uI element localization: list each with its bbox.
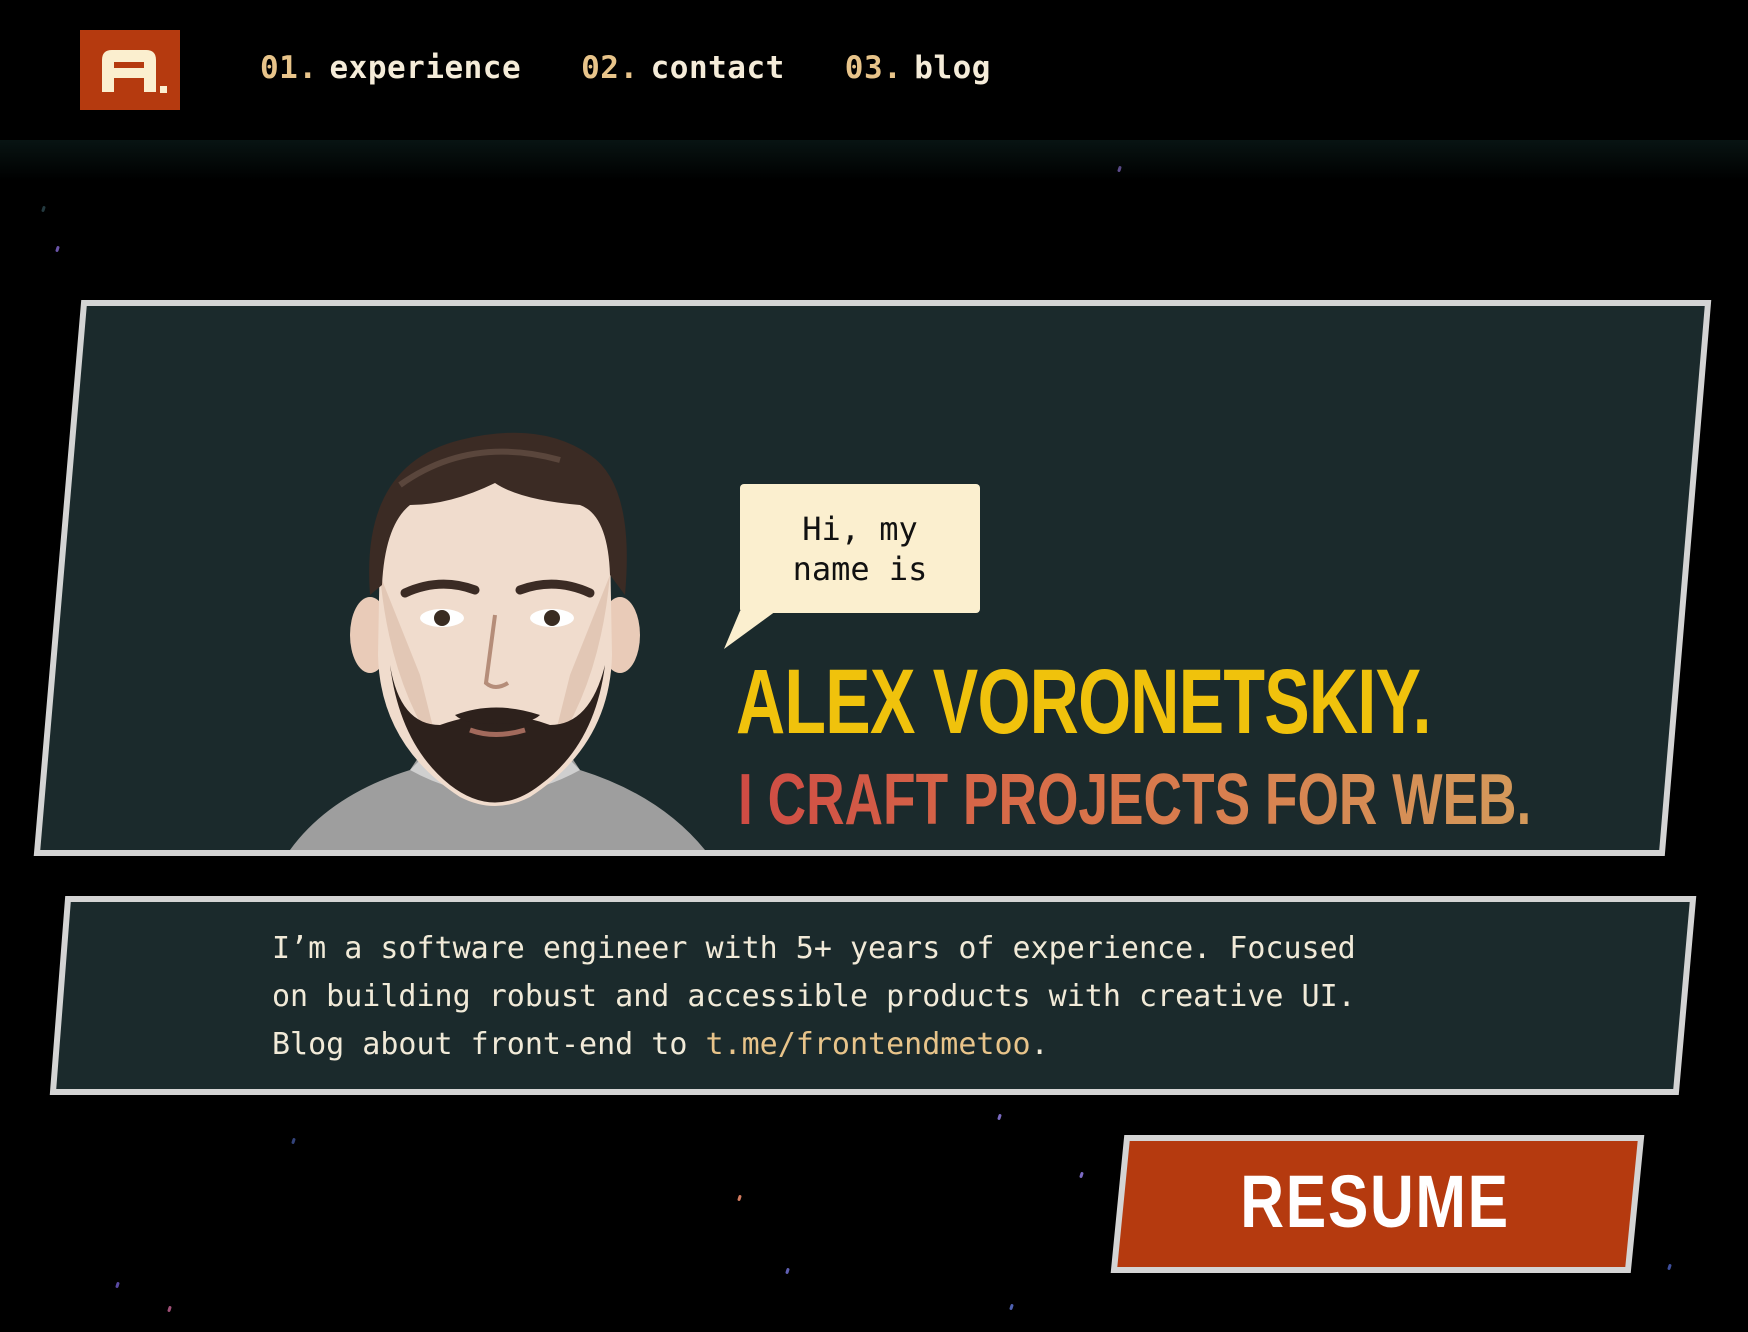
about-line: Blog about front-end to t.me/frontendmet… — [272, 1021, 1472, 1069]
portrait-illustration — [290, 432, 705, 850]
speech-bubble-tail — [724, 611, 776, 649]
about-line: on building robust and accessible produc… — [272, 979, 1356, 1014]
about-line-text: . — [1030, 1027, 1049, 1062]
about-line: I’m a software engineer with 5+ years of… — [272, 931, 1356, 966]
speech-bubble: Hi, my name is — [740, 484, 980, 613]
resume-button-label: RESUME — [1240, 1160, 1510, 1243]
hero-tagline: I CRAFT PROJECTS FOR WEB. — [738, 760, 1532, 840]
hero-name: ALEX VORONETSKIY. — [736, 651, 1432, 753]
telegram-blog-link[interactable]: t.me/frontendmetoo — [705, 1027, 1030, 1062]
about-description: I’m a software engineer with 5+ years of… — [272, 925, 1472, 1069]
about-line-text: Blog about front-end to — [272, 1027, 706, 1062]
